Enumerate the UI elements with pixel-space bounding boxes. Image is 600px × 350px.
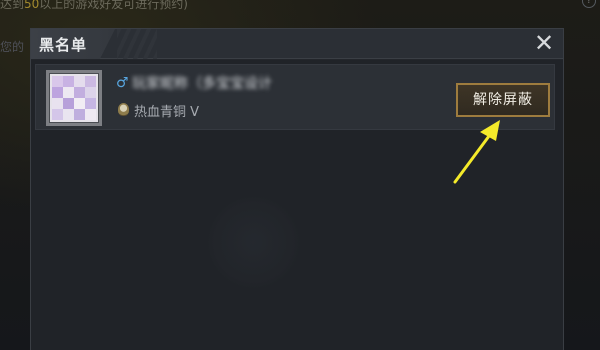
- avatar-pixel: [63, 87, 74, 98]
- dialog-title: 黑名单: [39, 36, 88, 54]
- header-decoration: [117, 29, 157, 59]
- avatar-pixel: [85, 109, 96, 120]
- avatar-pixel: [85, 98, 96, 109]
- blacklist-list: ♂ 玩家昵称（多宝宝设计 热血青铜 V 解除屏蔽: [31, 60, 563, 350]
- avatar-pixel: [52, 87, 63, 98]
- background-emblem: [206, 195, 301, 290]
- avatar-pixel: [74, 109, 85, 120]
- avatar-pixel: [85, 87, 96, 98]
- player-name: 玩家昵称（多宝宝设计: [132, 76, 272, 92]
- avatar-pixel: [63, 98, 74, 109]
- avatar-pixel: [52, 109, 63, 120]
- avatar-pixel: [63, 109, 74, 120]
- avatar-pixel: [85, 76, 96, 87]
- close-icon[interactable]: ✕: [531, 31, 557, 57]
- blacklist-item: ♂ 玩家昵称（多宝宝设计 热血青铜 V 解除屏蔽: [35, 64, 555, 130]
- avatar[interactable]: [46, 70, 102, 126]
- reservation-hint: 达到50以上的游戏好友可进行预约): [0, 0, 188, 11]
- avatar-pixel: [52, 98, 63, 109]
- avatar-pixel: [52, 76, 63, 87]
- avatar-pixel: [63, 76, 74, 87]
- avatar-image: [52, 76, 96, 120]
- rank-badge-icon: [118, 103, 129, 116]
- blacklist-dialog: 黑名单 ✕ ♂ 玩家昵称（多宝宝设计 热血青铜 V 解除屏蔽: [30, 28, 564, 350]
- avatar-pixel: [74, 87, 85, 98]
- male-icon: ♂: [116, 75, 129, 91]
- background-side-text: 您的: [0, 40, 25, 54]
- rank-label: 热血青铜 V: [134, 105, 200, 120]
- dialog-header: 黑名单 ✕: [31, 29, 563, 59]
- avatar-pixel: [74, 76, 85, 87]
- avatar-pixel: [74, 98, 85, 109]
- unblock-button[interactable]: 解除屏蔽: [456, 83, 550, 117]
